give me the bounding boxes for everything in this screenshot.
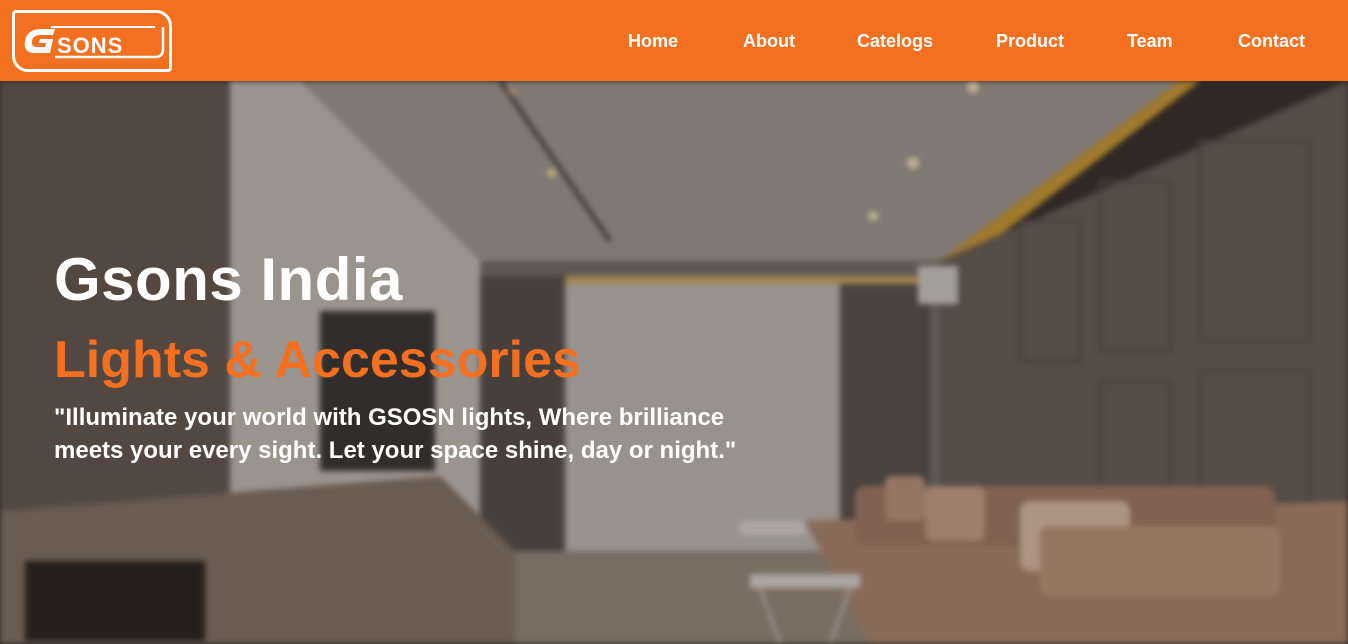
nav-about[interactable]: About bbox=[743, 31, 795, 52]
nav-product[interactable]: Product bbox=[996, 31, 1064, 52]
nav-catalogs[interactable]: Catelogs bbox=[857, 31, 933, 52]
hero-tagline: "Illuminate your world with GSOSN lights… bbox=[54, 404, 737, 464]
svg-text:SONS: SONS bbox=[57, 33, 123, 58]
nav-home[interactable]: Home bbox=[628, 31, 678, 52]
gsons-logo[interactable]: SONS bbox=[12, 10, 172, 72]
nav-contact[interactable]: Contact bbox=[1238, 31, 1305, 52]
nav-team[interactable]: Team bbox=[1127, 31, 1173, 52]
hero-title: Gsons India bbox=[54, 246, 403, 313]
top-navbar: SONS Home About Catelogs Product Team Co… bbox=[0, 0, 1348, 81]
hero-subtitle: Lights & Accessories bbox=[54, 331, 581, 389]
